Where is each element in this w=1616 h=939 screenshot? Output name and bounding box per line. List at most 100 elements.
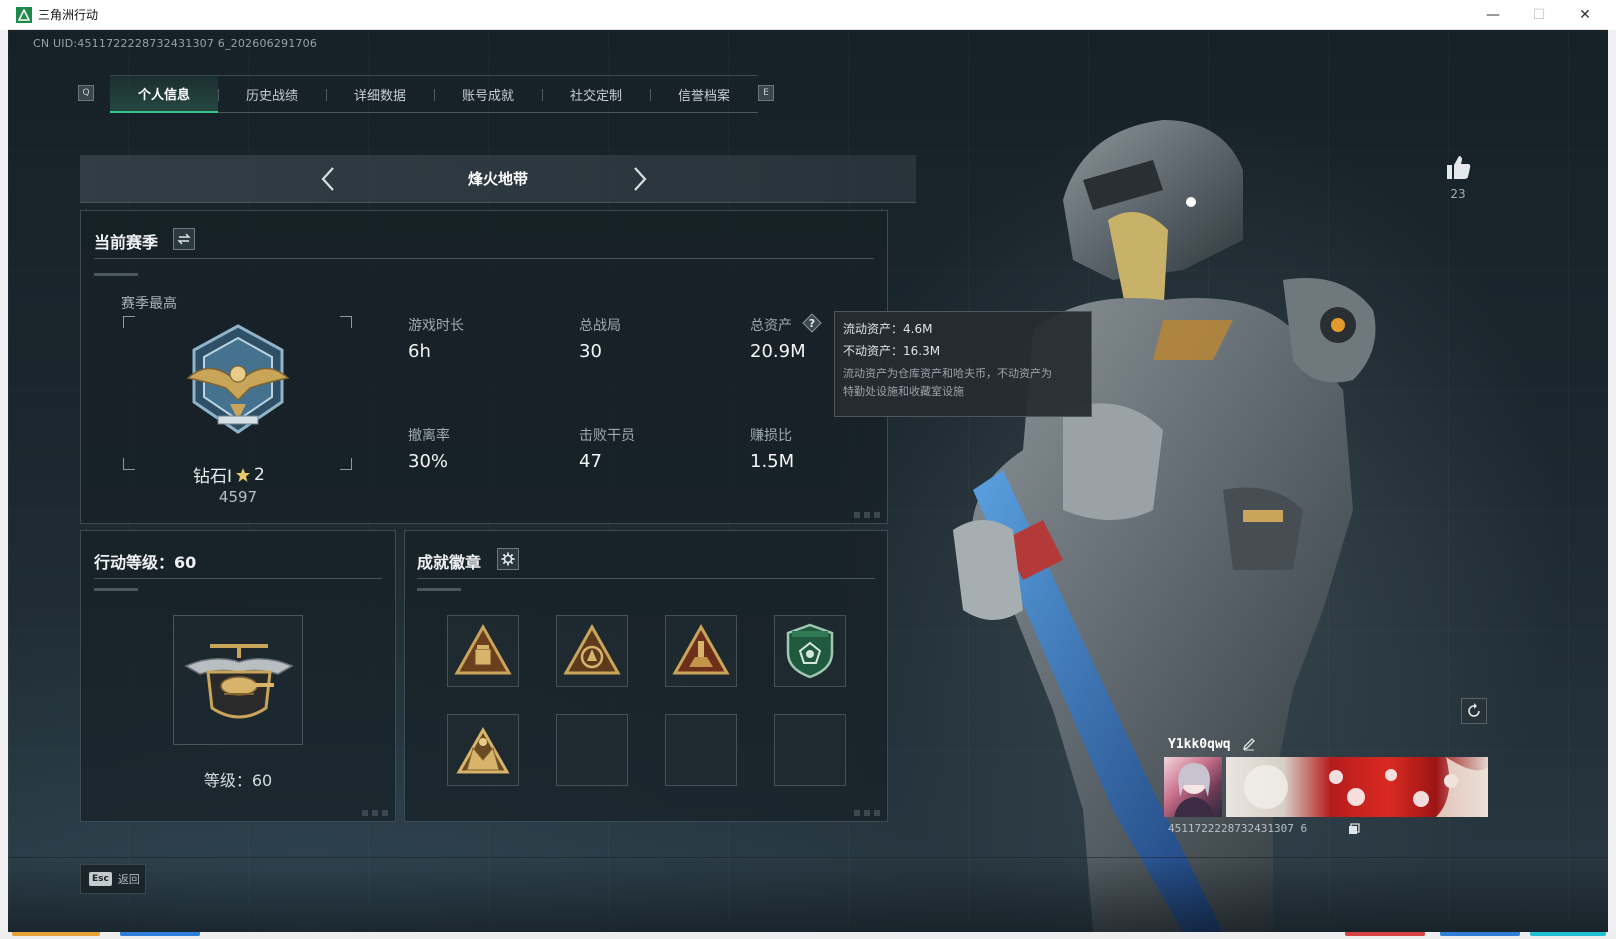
rank-bracket-bl bbox=[123, 458, 135, 470]
badge-slot-1[interactable] bbox=[447, 615, 519, 687]
player-banner[interactable] bbox=[1226, 757, 1488, 817]
badges-corner-deco bbox=[854, 810, 884, 816]
mode-prev-arrow-icon[interactable] bbox=[315, 165, 343, 193]
mode-selector: 烽火地带 bbox=[80, 155, 916, 203]
svg-text:?: ? bbox=[809, 317, 815, 330]
swap-icon bbox=[177, 233, 191, 245]
stat-value-profit-loss: 1.5M bbox=[750, 451, 795, 472]
profile-tabs: 个人信息 历史战绩 详细数据 账号成就 社交定制 信誉档案 bbox=[110, 75, 758, 113]
window-title: 三角洲行动 bbox=[38, 8, 99, 22]
badges-divider bbox=[417, 578, 875, 579]
rank-bracket-br bbox=[340, 458, 352, 470]
badge-slot-5[interactable] bbox=[447, 714, 519, 786]
minimize-button[interactable]: — bbox=[1470, 0, 1516, 30]
avatar-portrait-icon bbox=[1174, 763, 1214, 817]
season-corner-deco bbox=[854, 512, 884, 518]
like-count: 23 bbox=[1450, 187, 1466, 201]
stat-label-operators-defeated: 击败干员 bbox=[579, 428, 635, 444]
season-title: 当前赛季 bbox=[94, 233, 159, 252]
level-emblem-frame bbox=[173, 615, 303, 745]
badge-slot-8-empty[interactable] bbox=[774, 714, 846, 786]
helicopter-level-emblem-icon bbox=[184, 644, 294, 719]
close-button[interactable]: ✕ bbox=[1562, 0, 1608, 30]
rank-score: 4597 bbox=[218, 488, 258, 506]
star-icon bbox=[236, 467, 251, 482]
back-button[interactable]: Esc 返回 bbox=[80, 864, 146, 894]
tab-social-customization[interactable]: 社交定制 bbox=[542, 75, 650, 113]
stat-value-total-assets: 20.9M bbox=[750, 341, 806, 362]
rank-tier-text: 钻石I bbox=[193, 467, 233, 487]
edit-pencil-icon[interactable] bbox=[1242, 737, 1256, 751]
refresh-icon bbox=[1468, 703, 1480, 717]
badges-settings-button[interactable] bbox=[497, 548, 519, 570]
tab-detailed-data[interactable]: 详细数据 bbox=[326, 75, 434, 113]
assets-help-icon[interactable]: ? bbox=[802, 313, 822, 333]
stat-label-total-assets: 总资产 bbox=[750, 318, 792, 334]
stat-value-playtime: 6h bbox=[408, 341, 431, 362]
badges-title: 成就徽章 bbox=[417, 553, 482, 572]
banner-flower-art-icon bbox=[1244, 757, 1488, 817]
refresh-button[interactable] bbox=[1461, 698, 1487, 724]
stat-label-profit-loss: 赚损比 bbox=[750, 428, 792, 444]
level-deco-mark bbox=[94, 588, 138, 591]
stat-value-extraction-rate: 30% bbox=[408, 451, 449, 472]
mode-title: 烽火地带 bbox=[467, 170, 528, 188]
back-label: 返回 bbox=[117, 873, 140, 886]
season-best-label: 赛季最高 bbox=[121, 296, 177, 312]
gear-icon bbox=[501, 552, 515, 566]
thumbs-up-icon[interactable] bbox=[1443, 152, 1473, 182]
stat-label-extraction-rate: 撤离率 bbox=[408, 428, 450, 444]
window-titlebar: 三角洲行动 — ☐ ✕ bbox=[8, 0, 1608, 30]
rank-star-count: 2 bbox=[254, 464, 265, 485]
player-name-card[interactable]: Y1kk0qwq bbox=[1162, 733, 1488, 823]
badge-slot-7-empty[interactable] bbox=[665, 714, 737, 786]
level-corner-deco bbox=[362, 810, 392, 816]
tab-next-key-hint[interactable]: E bbox=[758, 85, 774, 101]
rank-bracket-tr bbox=[340, 316, 352, 328]
stat-label-playtime: 游戏时长 bbox=[408, 318, 464, 334]
badge-slot-3[interactable] bbox=[665, 615, 737, 687]
level-divider bbox=[94, 578, 382, 579]
window-controls: — ☐ ✕ bbox=[1470, 0, 1608, 30]
season-deco-mark bbox=[94, 273, 138, 276]
triangle-emblem-badge-icon bbox=[563, 623, 621, 675]
window-left-edge bbox=[0, 30, 8, 939]
tab-reputation-file[interactable]: 信誉档案 bbox=[650, 75, 758, 113]
shield-badge-icon bbox=[786, 623, 834, 679]
app-logo-icon bbox=[16, 6, 32, 23]
tooltip-liquid-assets: 流动资产：4.6M bbox=[843, 322, 933, 336]
tooltip-note-line-1: 流动资产为仓库资产和哈夫币，不动资产为 bbox=[843, 367, 1052, 380]
season-switch-button[interactable] bbox=[173, 228, 195, 250]
player-name: Y1kk0qwq bbox=[1168, 737, 1231, 752]
triangle-tower-badge-icon bbox=[672, 623, 730, 675]
game-viewport: CN UID:4511722228732431307 6_20260629170… bbox=[8, 30, 1608, 932]
tab-match-history[interactable]: 历史战绩 bbox=[218, 75, 326, 113]
mode-next-arrow-icon[interactable] bbox=[625, 165, 653, 193]
tab-prev-key-hint[interactable]: Q bbox=[78, 85, 94, 101]
tab-personal-info[interactable]: 个人信息 bbox=[110, 75, 218, 113]
badge-slot-4[interactable] bbox=[774, 615, 846, 687]
badge-slot-6-empty[interactable] bbox=[556, 714, 628, 786]
player-uid: 4511722228732431307 6 bbox=[1168, 822, 1308, 835]
stat-value-operators-defeated: 47 bbox=[579, 451, 602, 472]
esc-key-hint: Esc bbox=[89, 872, 112, 886]
tab-account-achievements[interactable]: 账号成就 bbox=[434, 75, 542, 113]
window-right-edge bbox=[1608, 30, 1616, 939]
assets-tooltip: 流动资产：4.6M 不动资产：16.3M 流动资产为仓库资产和哈夫币，不动资产为… bbox=[834, 311, 1092, 417]
tooltip-fixed-assets: 不动资产：16.3M bbox=[843, 344, 941, 358]
bottom-bar bbox=[8, 857, 1608, 932]
stat-value-total-matches: 30 bbox=[579, 341, 602, 362]
crown-triangle-badge-icon bbox=[456, 726, 510, 774]
stat-label-total-matches: 总战局 bbox=[579, 318, 621, 334]
season-divider bbox=[94, 258, 874, 259]
badge-slot-2[interactable] bbox=[556, 615, 628, 687]
triangle-crate-badge-icon bbox=[454, 623, 512, 675]
rank-bracket-tl bbox=[123, 316, 135, 328]
rank-name: 钻石I 2 bbox=[193, 462, 265, 488]
level-title: 行动等级：60 bbox=[94, 553, 197, 572]
maximize-button[interactable]: ☐ bbox=[1516, 0, 1562, 30]
level-text: 等级：60 bbox=[203, 771, 273, 790]
diamond-rank-emblem-icon bbox=[186, 324, 290, 434]
player-avatar[interactable] bbox=[1164, 757, 1222, 817]
copy-icon[interactable] bbox=[1348, 823, 1360, 835]
